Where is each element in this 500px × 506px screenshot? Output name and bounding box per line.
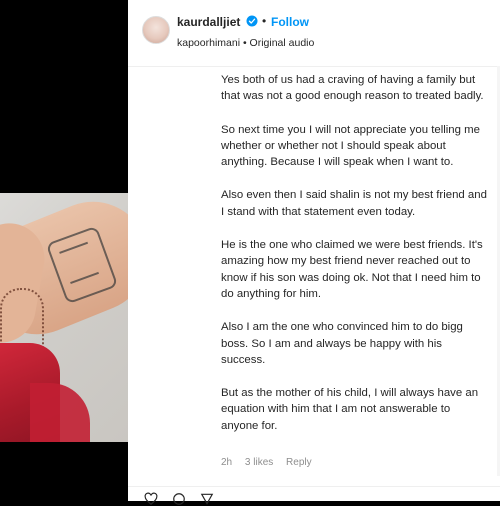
avatar[interactable] — [142, 16, 170, 44]
heart-icon[interactable] — [144, 492, 158, 506]
verified-badge-icon — [246, 15, 258, 27]
comment-text: Yes both of us had a craving of having a… — [221, 72, 489, 451]
comment-icon[interactable] — [172, 492, 186, 506]
red-fabric-shape-2 — [30, 383, 90, 442]
comments-panel: kaurdalljiet • Follow kapoorhimani • Ori… — [128, 0, 500, 506]
username-link[interactable]: kaurdalljiet — [177, 15, 240, 29]
post-header: kaurdalljiet • Follow kapoorhimani • Ori… — [128, 0, 500, 67]
comment-time: 2h — [221, 457, 233, 468]
post-image[interactable] — [0, 193, 128, 442]
comment-paragraph: Also even then I said shalin is not my b… — [221, 189, 487, 218]
media-pane — [0, 0, 128, 500]
comment-likes-link[interactable]: 3 likes — [245, 457, 273, 468]
action-bar — [128, 486, 500, 506]
share-icon[interactable] — [200, 492, 214, 506]
comment-paragraph: But as the mother of his child, I will a… — [221, 387, 479, 432]
follow-button[interactable]: Follow — [271, 15, 309, 29]
comment-meta: 2h 3 likes Reply — [221, 457, 322, 468]
separator-dot: • — [262, 14, 267, 28]
comment-paragraph: He is the one who claimed we were best f… — [221, 239, 483, 300]
comment-paragraph: Also I am the one who convinced him to d… — [221, 321, 463, 366]
audio-link[interactable]: kapoorhimani • Original audio — [177, 37, 314, 49]
comment-paragraph: So next time you I will not appreciate y… — [221, 123, 480, 169]
reply-button[interactable]: Reply — [286, 457, 312, 468]
comment-paragraph: Yes both of us had a craving of having a… — [221, 74, 484, 103]
